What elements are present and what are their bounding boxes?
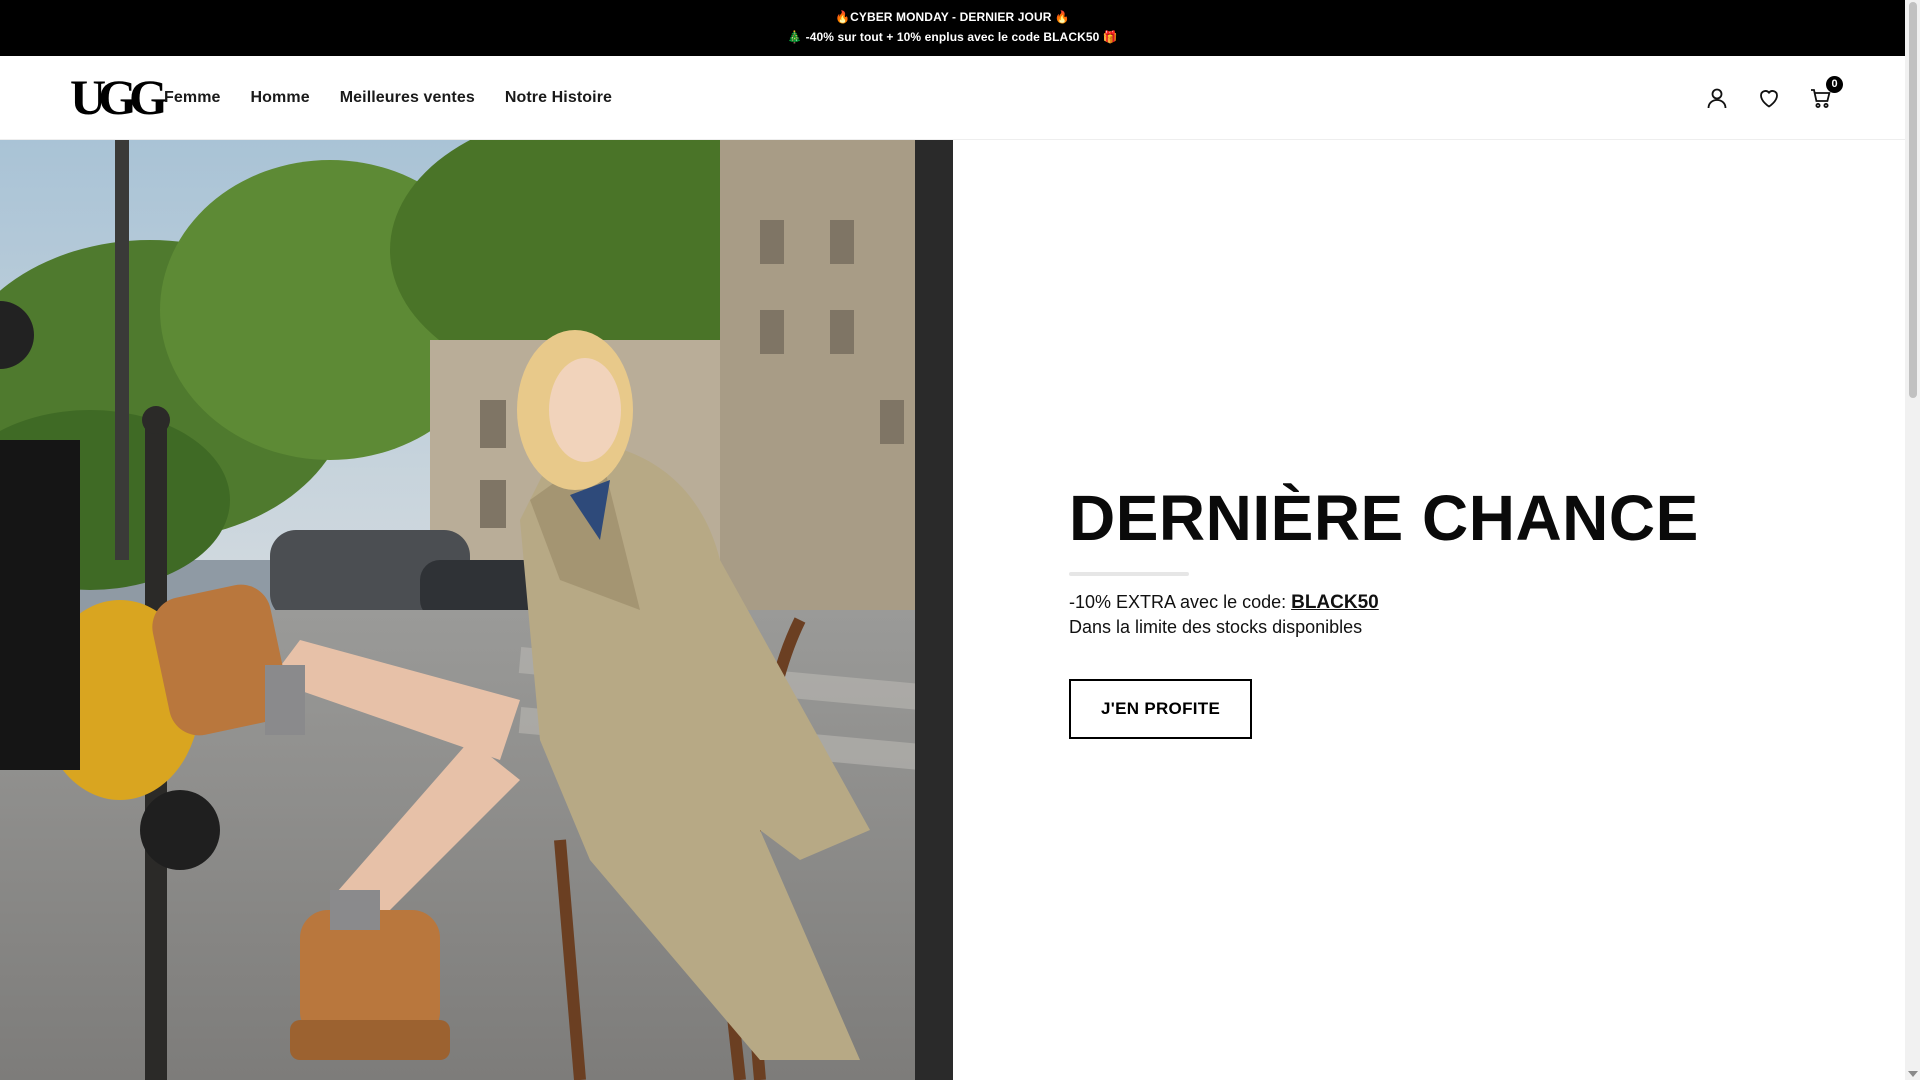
heart-icon[interactable] bbox=[1757, 86, 1781, 110]
hero-content: DERNIÈRE CHANCE -10% EXTRA avec le code:… bbox=[1069, 480, 1769, 739]
nav-item-notre-histoire[interactable]: Notre Histoire bbox=[505, 89, 612, 107]
cart-icon[interactable]: 0 bbox=[1809, 76, 1843, 110]
header-icons: 0 bbox=[1705, 56, 1843, 140]
nav-item-femme[interactable]: Femme bbox=[164, 89, 221, 107]
svg-text:UGG: UGG bbox=[70, 76, 166, 120]
hero-subtitle: -10% EXTRA avec le code: BLACK50 bbox=[1069, 590, 1769, 615]
hero-photo bbox=[0, 140, 953, 1080]
account-icon[interactable] bbox=[1705, 86, 1729, 110]
ugg-logo[interactable]: UGG bbox=[70, 69, 175, 125]
site-header: UGG Femme Homme Meilleures ventes Notre … bbox=[0, 56, 1905, 140]
announcement-line-1: 🔥CYBER MONDAY - DERNIER JOUR 🔥 bbox=[835, 10, 1070, 24]
announcement-line-2: 🎄 -40% sur tout + 10% enplus avec le cod… bbox=[787, 30, 1118, 44]
hero-title: DERNIÈRE CHANCE bbox=[1069, 482, 1699, 554]
hero-image[interactable] bbox=[0, 140, 953, 1080]
cart-count-badge: 0 bbox=[1826, 76, 1843, 93]
nav-item-meilleures-ventes[interactable]: Meilleures ventes bbox=[340, 89, 475, 107]
ugg-logo-mark: UGG bbox=[70, 69, 175, 125]
main-nav: Femme Homme Meilleures ventes Notre Hist… bbox=[164, 56, 612, 140]
scroll-down-arrow-icon[interactable] bbox=[1908, 1071, 1918, 1077]
stock-note: Dans la limite des stocks disponibles bbox=[1069, 617, 1363, 637]
scrollbar-thumb[interactable] bbox=[1909, 2, 1917, 398]
nav-item-homme[interactable]: Homme bbox=[251, 89, 310, 107]
promo-code-link[interactable]: BLACK50 bbox=[1291, 592, 1379, 613]
hero-divider bbox=[1069, 572, 1189, 576]
page-scrollbar[interactable] bbox=[1905, 0, 1920, 1080]
announcement-bar: 🔥CYBER MONDAY - DERNIER JOUR 🔥 🎄 -40% su… bbox=[0, 0, 1905, 56]
jen-profite-button[interactable]: J'EN PROFITE bbox=[1069, 679, 1253, 739]
promo-text: -10% EXTRA avec le code: bbox=[1069, 592, 1292, 612]
